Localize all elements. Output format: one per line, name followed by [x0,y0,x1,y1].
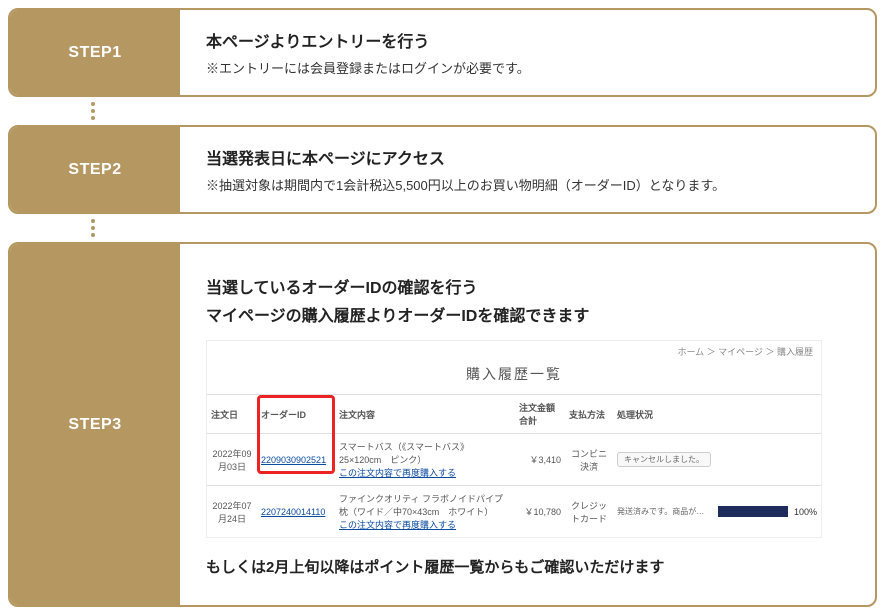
step2-box: STEP2 当選発表日に本ページにアクセス ※抽選対象は期間内で1会計税込5,5… [8,125,877,214]
connector-dots [8,214,178,242]
step2-title: 当選発表日に本ページにアクセス [206,145,849,169]
cell-total: ￥3,410 [515,434,565,486]
order-history-screenshot: ホーム ＞ マイページ ＞ 購入履歴 購入履歴一覧 注文日 オーダーID 注文内… [206,340,822,538]
order-history-table: 注文日 オーダーID 注文内容 注文金額合計 支払方法 処理状況 2022年09… [207,394,821,537]
breadcrumb: ホーム ＞ マイページ ＞ 購入履歴 [207,341,821,358]
step3-title: 当選しているオーダーIDの確認を行う [206,274,849,298]
step1-title: 本ページよりエントリーを行う [206,28,849,52]
step1-box: STEP1 本ページよりエントリーを行う ※エントリーには会員登録またはログイン… [8,8,877,97]
inner-heading: 購入履歴一覧 [207,358,821,394]
th-date: 注文日 [207,395,257,434]
step1-label: STEP1 [10,10,180,95]
cell-order-id: 2209030902521 [257,434,335,486]
step3-box: STEP3 当選しているオーダーIDの確認を行う マイページの購入履歴よりオーダ… [8,242,877,607]
step2-body: 当選発表日に本ページにアクセス ※抽選対象は期間内で1会計税込5,500円以上の… [180,127,875,212]
progress-percent: 100% [794,507,817,517]
step1-subtitle: ※エントリーには会員登録またはログインが必要です。 [206,58,849,77]
step3-line2: マイページの購入履歴よりオーダーIDを確認できます [206,302,849,326]
step2-subtitle: ※抽選対象は期間内で1会計税込5,500円以上のお買い物明細（オーダーID）とな… [206,175,849,194]
step1-body: 本ページよりエントリーを行う ※エントリーには会員登録またはログインが必要です。 [180,10,875,95]
table-row: 2022年09月03日 2209030902521 スマートバス（《スマートバス… [207,434,821,486]
th-desc: 注文内容 [335,395,515,434]
cell-desc: ファインクオリティ フラボノイドパイプ枕（ワイド／中70×43cm ホワイト） … [335,486,515,538]
cell-status: キャンセルしました。 [613,434,821,486]
step3-footer: もしくは2月上旬以降はポイント履歴一覧からもご確認いただけます [206,556,849,577]
step3-body: 当選しているオーダーIDの確認を行う マイページの購入履歴よりオーダーIDを確認… [180,244,875,605]
th-total: 注文金額合計 [515,395,565,434]
step3-label: STEP3 [10,244,180,605]
cell-order-id: 2207240014110 [257,486,335,538]
table-row: 2022年07月24日 2207240014110 ファインクオリティ フラボノ… [207,486,821,538]
cell-pay: クレジットカード [565,486,613,538]
th-status: 処理状況 [613,395,821,434]
cancel-status-badge: キャンセルしました。 [617,452,711,467]
cell-date: 2022年07月24日 [207,486,257,538]
cell-date: 2022年09月03日 [207,434,257,486]
table-header-row: 注文日 オーダーID 注文内容 注文金額合計 支払方法 処理状況 [207,395,821,434]
th-pay: 支払方法 [565,395,613,434]
cell-total: ￥10,780 [515,486,565,538]
step2-label: STEP2 [10,127,180,212]
connector-dots [8,97,178,125]
cell-pay: コンビニ決済 [565,434,613,486]
cell-status: 発送済みです。商品が届きましたら受け取りボタンを押してください。 100% [613,486,821,538]
th-order-id: オーダーID [257,395,335,434]
cell-desc: スマートバス（《スマートバス》25×120cm ピンク） この注文内容で再度購入… [335,434,515,486]
